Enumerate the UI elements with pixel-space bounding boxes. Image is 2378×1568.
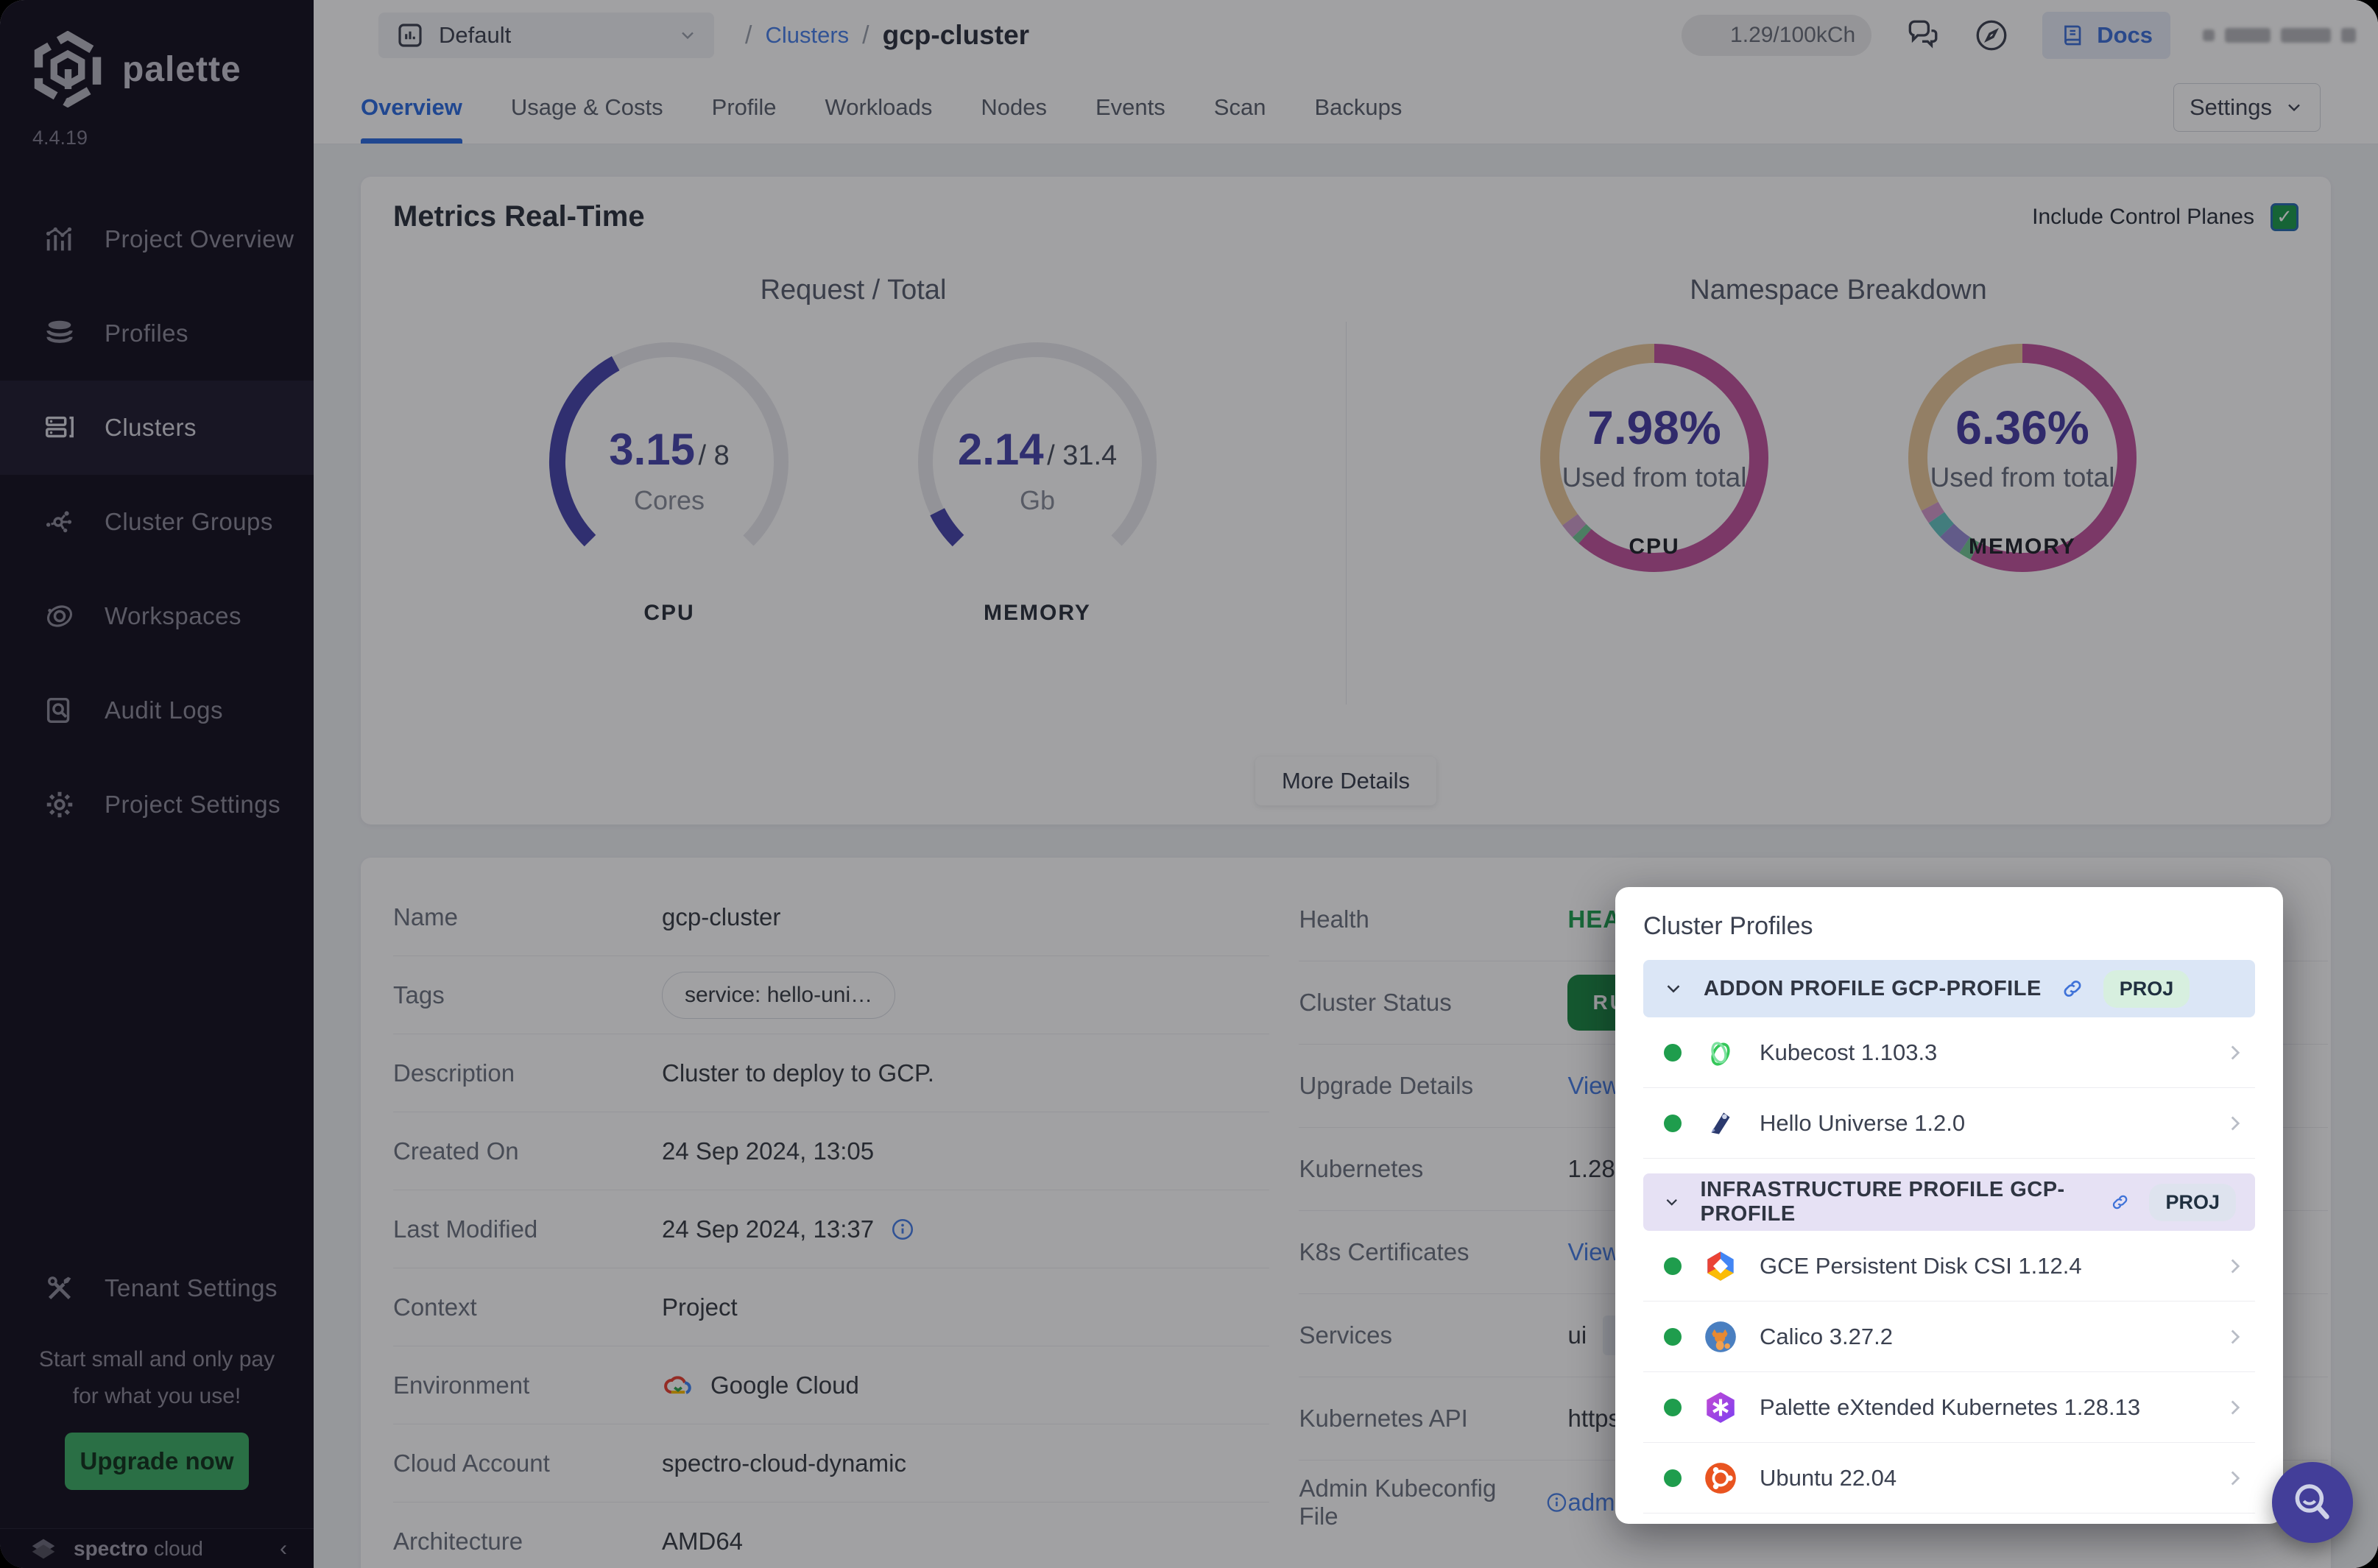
calico-icon (1705, 1321, 1736, 1352)
status-dot-green (1664, 1114, 1682, 1132)
profile-layer-calico[interactable]: Calico 3.27.2 (1643, 1302, 2255, 1372)
profile-layer-name: Palette eXtended Kubernetes 1.28.13 (1760, 1394, 2141, 1420)
ubuntu-icon (1705, 1462, 1736, 1494)
profile-layer-name: Kubecost 1.103.3 (1760, 1039, 1938, 1065)
chevron-right-icon (2231, 1258, 2240, 1274)
chevron-down-icon (1667, 985, 1680, 993)
infrastructure-profile-section-header[interactable]: INFRASTRUCTURE PROFILE GCP-PROFILE PROJ (1643, 1173, 2255, 1231)
palette-extended-kubernetes-icon (1707, 1391, 1735, 1423)
search-assistant-button[interactable] (2272, 1462, 2353, 1543)
hello-universe-icon (1711, 1112, 1730, 1134)
cluster-profiles-panel: Cluster Profiles ADDON PROFILE GCP-PROFI… (1615, 887, 2283, 1524)
palette-app-window: palette 4.4.19 Project Overview Profiles… (0, 0, 2378, 1568)
profile-layer-ubuntu[interactable]: Ubuntu 22.04 (1643, 1443, 2255, 1514)
link-icon[interactable] (2110, 1190, 2130, 1214)
status-dot-green (1664, 1257, 1682, 1275)
proj-scope-badge: PROJ (2149, 1183, 2236, 1221)
profile-layer-hello-universe[interactable]: Hello Universe 1.2.0 (1643, 1088, 2255, 1159)
chevron-right-icon (2231, 1115, 2240, 1131)
profile-layer-gce-disk[interactable]: GCE Persistent Disk CSI 1.12.4 (1643, 1231, 2255, 1302)
link-icon[interactable] (2061, 977, 2084, 1000)
addon-profile-section-header[interactable]: ADDON PROFILE GCP-PROFILE PROJ (1643, 960, 2255, 1017)
status-dot-green (1664, 1398, 1682, 1416)
screen: palette 4.4.19 Project Overview Profiles… (0, 0, 2378, 1568)
chevron-right-icon (2231, 1329, 2240, 1344)
chevron-down-icon (1666, 1199, 1677, 1206)
profile-layer-kubecost[interactable]: Kubecost 1.103.3 (1643, 1017, 2255, 1088)
status-dot-green (1664, 1469, 1682, 1487)
proj-scope-badge: PROJ (2103, 970, 2190, 1008)
kubecost-icon (1711, 1041, 1730, 1066)
profile-layer-name: GCE Persistent Disk CSI 1.12.4 (1760, 1252, 2082, 1279)
profile-layer-name: Hello Universe 1.2.0 (1760, 1109, 1966, 1136)
cluster-profiles-title: Cluster Profiles (1643, 912, 1813, 940)
addon-profile-name: ADDON PROFILE GCP-PROFILE (1704, 976, 2042, 1000)
chevron-right-icon (2231, 1045, 2240, 1060)
gce-persistent-disk-icon (1707, 1251, 1734, 1281)
status-dot-green (1664, 1043, 1682, 1062)
chevron-right-icon (2231, 1470, 2240, 1486)
search-smile-icon (2295, 1484, 2329, 1519)
profile-layer-palette-extended-k8s[interactable]: Palette eXtended Kubernetes 1.28.13 (1643, 1372, 2255, 1443)
profile-layer-name: Ubuntu 22.04 (1760, 1464, 1897, 1491)
profile-layer-name: Calico 3.27.2 (1760, 1323, 1893, 1349)
chevron-right-icon (2231, 1399, 2240, 1415)
infrastructure-profile-name: INFRASTRUCTURE PROFILE GCP-PROFILE (1700, 1178, 2065, 1226)
status-dot-green (1664, 1327, 1682, 1346)
